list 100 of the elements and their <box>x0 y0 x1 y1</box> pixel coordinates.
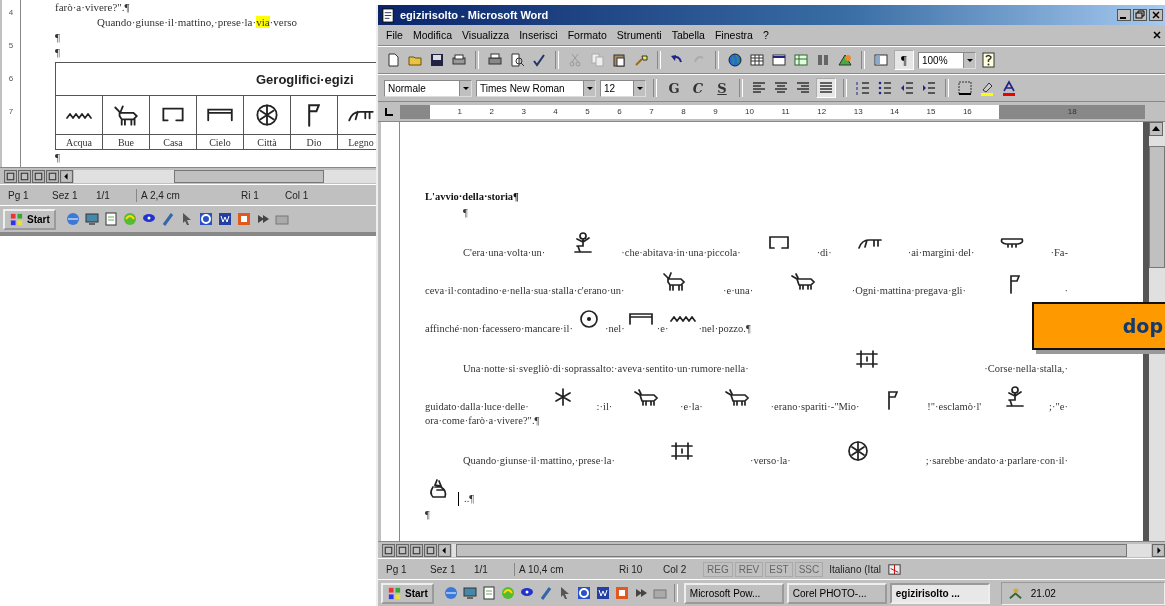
desktop-icon[interactable] <box>461 585 478 601</box>
menu-item[interactable]: ? <box>762 29 769 41</box>
menu-item[interactable]: File <box>386 29 403 41</box>
ring-icon[interactable] <box>197 211 214 227</box>
ruler-number: 3 <box>521 107 526 116</box>
ruler-number: 5 <box>8 41 14 50</box>
table-cell: Bue <box>117 136 135 148</box>
help-icon[interactable] <box>980 51 998 69</box>
menu-item[interactable]: Finestra <box>714 29 753 41</box>
menu-item[interactable]: Inserisci <box>519 29 558 41</box>
scrollbar-thumb[interactable] <box>456 543 1128 557</box>
ruler-number: 10 <box>745 107 754 116</box>
minimize-icon[interactable] <box>1117 9 1131 21</box>
border-icon[interactable] <box>956 79 974 97</box>
align-justify-icon[interactable] <box>816 78 836 98</box>
outline-view-icon[interactable] <box>424 543 437 557</box>
close-icon[interactable] <box>1152 30 1162 40</box>
page-view-icon[interactable] <box>410 543 423 557</box>
word-processor-icon[interactable] <box>594 585 611 601</box>
close-icon[interactable] <box>1149 9 1163 21</box>
word-processor-icon[interactable] <box>216 211 233 227</box>
notepad-icon[interactable] <box>480 585 497 601</box>
web-view-icon[interactable] <box>396 543 409 557</box>
taskbar-button[interactable]: egizirisolto ... <box>889 582 990 604</box>
slides-icon[interactable] <box>235 211 252 227</box>
taskbar-button[interactable]: Corel PHOTO-... <box>786 582 887 604</box>
highlighted-word: via <box>256 16 270 28</box>
paragraph-text: ¶ <box>463 206 468 220</box>
menu-item[interactable]: Tabella <box>671 29 705 41</box>
text-cursor <box>458 492 459 506</box>
ruler-number: 7 <box>649 107 654 116</box>
ruler-number: 2 <box>489 107 494 116</box>
paragraph-text: !"·esclamò·l' <box>927 400 982 414</box>
paragraph-text: ceva·il·contadino·e·nella·sua·stalla·c'erano·un· <box>425 284 625 298</box>
paragraph-text: ·erano·spariti·-"Mio· <box>770 400 860 414</box>
ruler-number: 5 <box>585 107 590 116</box>
menu-item[interactable]: Modifica <box>412 29 453 41</box>
paragraph-text: ·di· <box>816 246 832 260</box>
desktop-icon[interactable] <box>83 211 100 227</box>
table-cell: Cielo <box>209 136 231 148</box>
ruler-number: 15 <box>926 107 936 116</box>
outline-view-icon[interactable] <box>46 169 59 183</box>
paragraph-text: · <box>1064 284 1068 298</box>
scrollbar-thumb[interactable] <box>174 169 324 183</box>
status-pages: 1/1 <box>473 562 489 576</box>
scroll-up-icon[interactable] <box>1149 122 1163 136</box>
spreadsheet-icon[interactable] <box>792 51 810 69</box>
font-size-dropdown[interactable]: 12 <box>600 79 646 97</box>
ring-icon[interactable] <box>575 585 592 601</box>
document-icon <box>381 7 396 23</box>
ruler-number: 6 <box>617 107 622 116</box>
paragraph-text: C'era·una·volta·un· <box>463 246 546 260</box>
font-color-icon[interactable] <box>1000 79 1018 97</box>
normal-view-icon[interactable] <box>4 169 17 183</box>
table-title: Geroglifici·egizi <box>256 71 354 87</box>
notepad-icon[interactable] <box>102 211 119 227</box>
ruler-number: 18 <box>1067 107 1077 116</box>
paragraph-text: ·ai·margini·del· <box>907 246 975 260</box>
restore-icon[interactable] <box>1133 9 1147 21</box>
paragraph-text: ·Corse·nella·stalla,· <box>984 362 1068 376</box>
scroll-left-icon[interactable] <box>438 543 451 557</box>
clipboard-icon[interactable] <box>610 51 628 69</box>
paragraph-text: Una·notte·si·svegliò·di·soprassalto:·aveva·sentito·un·rumore·nella· <box>463 362 749 376</box>
paragraph-mark: ¶ <box>55 46 60 58</box>
window-grid-icon[interactable] <box>770 51 788 69</box>
scroll-left-icon[interactable] <box>60 169 73 183</box>
book-icon[interactable] <box>886 561 902 577</box>
scrollbar-thumb[interactable] <box>1149 146 1165 268</box>
ruler-number: 6 <box>8 74 14 83</box>
font-dropdown[interactable]: Times New Roman <box>476 79 596 97</box>
start-button[interactable]: Start <box>381 582 434 604</box>
web-view-icon[interactable] <box>18 169 31 183</box>
style-dropdown[interactable]: Normale <box>384 79 472 97</box>
paragraph-text: :·il· <box>596 400 613 414</box>
paragraph-text: affinché·non·facessero·mancare·il· <box>425 322 573 336</box>
paragraph-text: ·nel· <box>604 322 625 336</box>
show-marks-button[interactable]: ¶ <box>894 50 914 70</box>
bulleted-list-icon[interactable] <box>876 79 894 97</box>
normal-view-icon[interactable] <box>382 543 395 557</box>
table-icon[interactable] <box>748 51 766 69</box>
increase-indent-icon[interactable] <box>920 79 938 97</box>
status-position: A 10,4 cm <box>514 562 613 576</box>
slides-icon[interactable] <box>613 585 630 601</box>
menu-item[interactable]: Strumenti <box>616 29 662 41</box>
table-cell: Legno <box>348 136 374 148</box>
menu-item[interactable]: Formato <box>567 29 607 41</box>
paragraph-text: ..¶ <box>464 492 474 506</box>
print-preview-icon[interactable] <box>508 51 526 69</box>
flag-icon <box>1010 275 1021 294</box>
taskbar-button[interactable]: Microsoft Pow... <box>683 582 784 604</box>
menu-item[interactable]: Visualizza <box>462 29 510 41</box>
flag-icon <box>888 391 899 410</box>
zoom-dropdown[interactable]: 100% <box>918 51 976 69</box>
page-view-icon[interactable] <box>32 169 45 183</box>
window-title: egizirisolto - Microsoft Word <box>400 9 549 21</box>
scroll-right-icon[interactable] <box>1152 543 1165 557</box>
numbered-list-icon[interactable] <box>854 79 872 97</box>
document-map-icon[interactable] <box>872 51 890 69</box>
start-button[interactable]: Start <box>3 208 56 230</box>
globe-icon[interactable] <box>726 51 744 69</box>
